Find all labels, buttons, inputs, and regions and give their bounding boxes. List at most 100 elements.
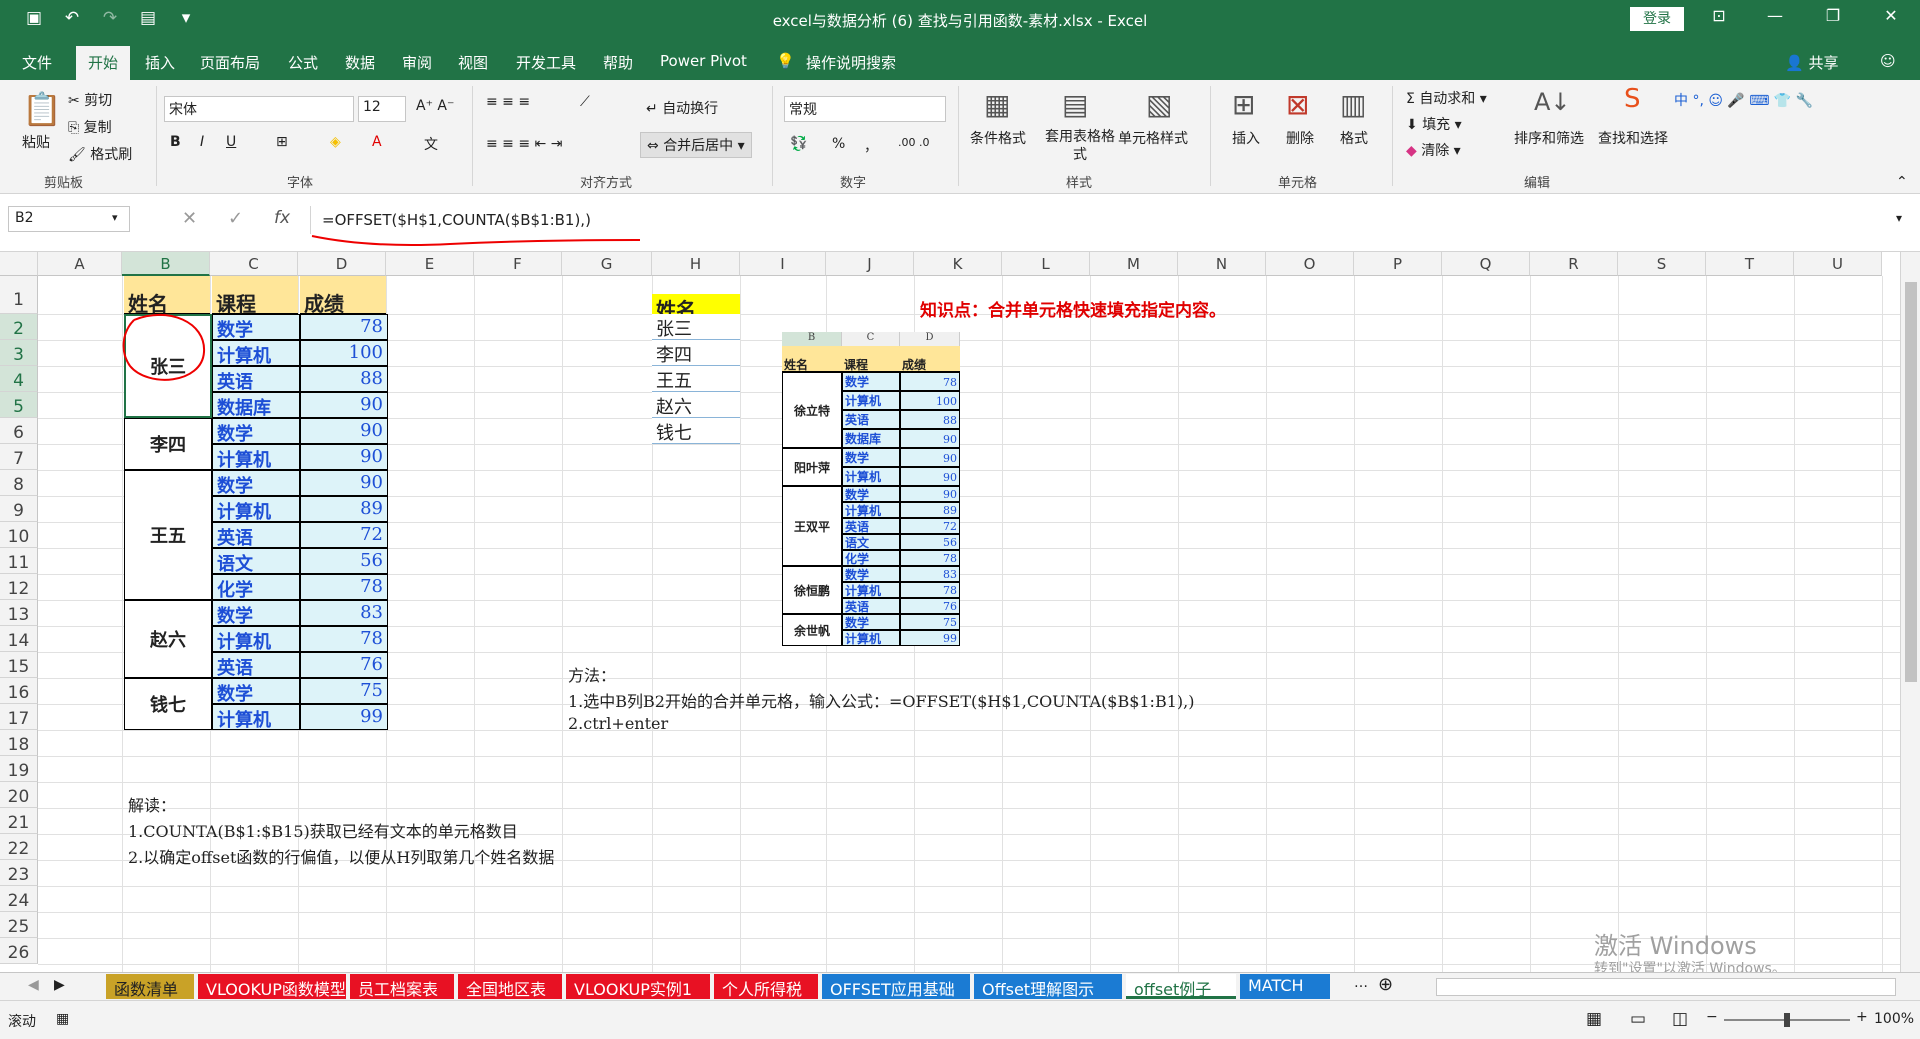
font-size-select[interactable]: 12 bbox=[358, 96, 406, 122]
row-header-25[interactable]: 25 bbox=[0, 912, 38, 938]
row-header-26[interactable]: 26 bbox=[0, 938, 38, 964]
comma-button[interactable]: ， bbox=[864, 136, 878, 156]
column-header-n[interactable]: N bbox=[1178, 252, 1266, 276]
course-cell[interactable]: 数学 bbox=[212, 314, 300, 341]
row-header-12[interactable]: 12 bbox=[0, 574, 38, 600]
row-header-19[interactable]: 19 bbox=[0, 756, 38, 782]
column-header-l[interactable]: L bbox=[1002, 252, 1090, 276]
ime-toolbar-icon[interactable]: 中 °, ☺ 🎤 ⌨ 👕 🔧 bbox=[1674, 90, 1813, 110]
scrollbar-thumb[interactable] bbox=[1905, 282, 1917, 682]
course-cell[interactable]: 数学 bbox=[212, 600, 300, 627]
new-sheet-icon[interactable]: ⊕ bbox=[1378, 974, 1393, 995]
score-cell[interactable]: 90 bbox=[300, 418, 388, 444]
sheet-tab[interactable]: Offset理解图示 bbox=[974, 974, 1122, 999]
column-header-o[interactable]: O bbox=[1266, 252, 1354, 276]
currency-icon[interactable]: 💱 bbox=[790, 136, 807, 152]
bold-button[interactable]: B bbox=[170, 134, 181, 150]
header-score[interactable]: 成绩 bbox=[300, 276, 386, 316]
expand-formula-icon[interactable]: ▾ bbox=[1896, 211, 1902, 225]
normal-view-icon[interactable]: ▦ bbox=[1586, 1009, 1602, 1029]
column-header-e[interactable]: E bbox=[386, 252, 474, 276]
prev-sheet-icon[interactable]: ◀ bbox=[28, 977, 39, 993]
merged-name-cell[interactable]: 钱七 bbox=[124, 678, 212, 730]
copy-button[interactable]: ⎘ 复制 bbox=[68, 117, 112, 137]
course-cell[interactable]: 化学 bbox=[212, 574, 300, 601]
close-button[interactable]: ✕ bbox=[1876, 6, 1906, 25]
row-header-22[interactable]: 22 bbox=[0, 834, 38, 860]
enter-icon[interactable]: ✓ bbox=[228, 208, 243, 229]
sort-filter-button[interactable]: 排序和筛选 bbox=[1514, 128, 1584, 148]
score-cell[interactable]: 72 bbox=[300, 522, 388, 548]
orientation-icon[interactable]: ⟋ bbox=[580, 94, 590, 110]
course-cell[interactable]: 计算机 bbox=[212, 444, 300, 471]
zoom-out-button[interactable]: − bbox=[1706, 1009, 1718, 1025]
row-header-16[interactable]: 16 bbox=[0, 678, 38, 704]
score-cell[interactable]: 99 bbox=[300, 704, 388, 730]
cell-styles-button[interactable]: 单元格样式 bbox=[1118, 128, 1188, 148]
border-icon[interactable]: ⊞ bbox=[276, 134, 288, 150]
score-cell[interactable]: 89 bbox=[300, 496, 388, 522]
sheet-tab[interactable]: 函数清单 bbox=[106, 974, 194, 999]
zoom-level[interactable]: 100% bbox=[1874, 1011, 1914, 1027]
grow-font-icon[interactable]: A⁺ A⁻ bbox=[416, 98, 454, 114]
align-top-icon[interactable]: ≡ ≡ ≡ bbox=[486, 94, 530, 110]
score-cell[interactable]: 76 bbox=[300, 652, 388, 678]
course-cell[interactable]: 计算机 bbox=[212, 340, 300, 367]
course-cell[interactable]: 数学 bbox=[212, 418, 300, 445]
cut-button[interactable]: ✂ 剪切 bbox=[68, 90, 112, 110]
paste-button[interactable]: 粘贴 bbox=[22, 132, 50, 152]
row-header-23[interactable]: 23 bbox=[0, 860, 38, 886]
row-header-8[interactable]: 8 bbox=[0, 470, 38, 496]
fill-color-icon[interactable]: ◈ bbox=[330, 134, 341, 150]
phonetic-icon[interactable]: 文 bbox=[424, 134, 438, 154]
restore-button[interactable]: ❐ bbox=[1818, 6, 1848, 25]
tab-formulas[interactable]: 公式 bbox=[288, 52, 318, 73]
row-header-11[interactable]: 11 bbox=[0, 548, 38, 574]
column-header-d[interactable]: D bbox=[298, 252, 386, 276]
row-header-1[interactable]: 1 bbox=[0, 276, 38, 314]
share-button[interactable]: 👤 共享 bbox=[1785, 52, 1838, 73]
paste-icon[interactable]: 📋 bbox=[22, 90, 62, 128]
page-layout-view-icon[interactable]: ▭ bbox=[1630, 1009, 1646, 1029]
row-header-24[interactable]: 24 bbox=[0, 886, 38, 912]
insert-cells-button[interactable]: 插入 bbox=[1232, 128, 1260, 148]
name-list-item[interactable]: 张三 bbox=[652, 314, 740, 340]
name-list-item[interactable]: 赵六 bbox=[652, 392, 740, 418]
ribbon-display-icon[interactable]: ⊡ bbox=[1704, 6, 1734, 25]
column-header-p[interactable]: P bbox=[1354, 252, 1442, 276]
score-cell[interactable]: 90 bbox=[300, 392, 388, 418]
wrap-text-button[interactable]: ↵ 自动换行 bbox=[646, 98, 718, 118]
score-cell[interactable]: 56 bbox=[300, 548, 388, 574]
score-cell[interactable]: 100 bbox=[300, 340, 388, 366]
login-button[interactable]: 登录 bbox=[1630, 7, 1684, 31]
horizontal-scrollbar[interactable] bbox=[1436, 978, 1896, 996]
autosum-button[interactable]: Σ 自动求和 ▾ bbox=[1406, 88, 1487, 108]
sheet-tab[interactable]: offset例子 bbox=[1126, 974, 1236, 999]
column-header-j[interactable]: J bbox=[826, 252, 914, 276]
row-header-10[interactable]: 10 bbox=[0, 522, 38, 548]
column-header-i[interactable]: I bbox=[740, 252, 826, 276]
conditional-format-button[interactable]: 条件格式 bbox=[970, 128, 1026, 148]
tab-insert[interactable]: 插入 bbox=[145, 52, 175, 73]
row-header-5[interactable]: 5 bbox=[0, 392, 38, 418]
name-list-item[interactable]: 王五 bbox=[652, 366, 740, 392]
row-header-21[interactable]: 21 bbox=[0, 808, 38, 834]
column-header-q[interactable]: Q bbox=[1442, 252, 1530, 276]
clear-button[interactable]: ◆ 清除 ▾ bbox=[1406, 140, 1461, 160]
column-header-h[interactable]: H bbox=[652, 252, 740, 276]
score-cell[interactable]: 90 bbox=[300, 470, 388, 496]
sheet-tab[interactable]: VLOOKUP实例1 bbox=[566, 974, 710, 999]
score-cell[interactable]: 88 bbox=[300, 366, 388, 392]
embedded-image-table[interactable]: B C D 姓名 课程 成绩 徐立特 数学 78 计算机 100 英语 88 数据库 90 阳叶萍 数学 90 计算… bbox=[782, 332, 960, 646]
tab-developer[interactable]: 开发工具 bbox=[516, 52, 576, 73]
row-header-13[interactable]: 13 bbox=[0, 600, 38, 626]
row-header-2[interactable]: 2 bbox=[0, 314, 38, 340]
minimize-button[interactable]: — bbox=[1760, 6, 1790, 25]
tab-page-layout[interactable]: 页面布局 bbox=[200, 52, 260, 73]
score-cell[interactable]: 90 bbox=[300, 444, 388, 470]
score-cell[interactable]: 75 bbox=[300, 678, 388, 704]
row-header-3[interactable]: 3 bbox=[0, 340, 38, 366]
course-cell[interactable]: 英语 bbox=[212, 652, 300, 679]
macro-record-icon[interactable]: ▦ bbox=[56, 1011, 69, 1027]
row-header-17[interactable]: 17 bbox=[0, 704, 38, 730]
